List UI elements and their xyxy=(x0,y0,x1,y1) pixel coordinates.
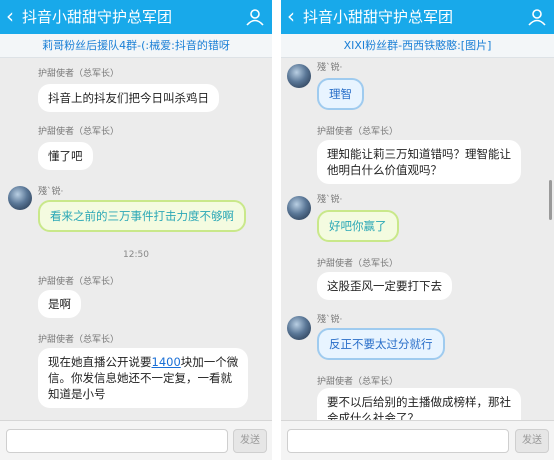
avatar[interactable] xyxy=(8,186,32,210)
title-bar: ‹ 抖音小甜甜守护总军团 xyxy=(0,0,272,34)
send-button[interactable]: 发送 xyxy=(233,429,267,453)
sender-name: 殘`锐· xyxy=(317,195,343,205)
scroll-indicator[interactable] xyxy=(549,180,552,220)
message-bubble: 好吧你赢了 xyxy=(317,210,399,242)
message-bubble: 是啊 xyxy=(38,290,81,318)
sender-name: 护甜使者（总军长） xyxy=(38,335,120,345)
chat-title: 抖音小甜甜守护总军团 xyxy=(22,8,173,26)
back-chevron-icon[interactable]: ‹ xyxy=(6,4,14,28)
chat-window-right: ‹ 抖音小甜甜守护总军团 XIXI粉丝群-西西铁憨憨:[图片] 殘`锐· 理智 … xyxy=(281,0,554,460)
message-bubble: 懂了吧 xyxy=(38,142,93,170)
sender-name: 护甜使者（总军长） xyxy=(38,277,120,287)
message-text: 信。你发信息她还不一定复，一看就 xyxy=(48,371,232,385)
message-bubble: 看来之前的三万事件打击力度不够啊 xyxy=(38,200,246,232)
sender-name: 护甜使者（总军长） xyxy=(317,377,399,387)
input-bar: 发送 xyxy=(0,420,272,460)
back-chevron-icon[interactable]: ‹ xyxy=(287,4,295,28)
message-bubble: 理智 xyxy=(317,78,364,110)
sender-name: 殘`锐· xyxy=(38,187,64,197)
message-link[interactable]: 1400 xyxy=(152,355,181,369)
message-input[interactable] xyxy=(6,429,228,453)
message-bubble: 现在她直播公开说要1400块加一个微 信。你发信息她还不一定复，一看就 知道是小… xyxy=(38,348,249,408)
message-input[interactable] xyxy=(287,429,509,453)
avatar[interactable] xyxy=(287,64,311,88)
group-members-icon[interactable] xyxy=(526,6,548,28)
title-bar: ‹ 抖音小甜甜守护总军团 xyxy=(281,0,554,34)
sender-name: 护甜使者（总军长） xyxy=(38,69,120,79)
sender-name: 殘`锐· xyxy=(317,315,343,325)
message-bubble: 这股歪风一定要打下去 xyxy=(317,272,452,300)
group-members-icon[interactable] xyxy=(244,6,266,28)
pinned-notice[interactable]: XIXI粉丝群-西西铁憨憨:[图片] xyxy=(281,34,554,58)
input-bar: 发送 xyxy=(281,420,554,460)
message-text: 块加一个微 xyxy=(180,355,239,369)
message-text: 他明白什么价值观吗？ xyxy=(327,163,442,177)
message-text: 理知能让莉三万知道错吗？理智能让 xyxy=(327,147,511,161)
pinned-notice[interactable]: 莉哥粉丝后援队4群-(:械爱:抖音的错呀 xyxy=(0,34,272,58)
message-text: 要不以后给别的主播做成榜样，那社 xyxy=(327,395,511,409)
sender-name: 护甜使者（总军长） xyxy=(317,127,399,137)
avatar[interactable] xyxy=(287,316,311,340)
chat-window-left: ‹ 抖音小甜甜守护总军团 莉哥粉丝后援队4群-(:械爱:抖音的错呀 护甜使者（总… xyxy=(0,0,272,460)
message-bubble: 理知能让莉三万知道错吗？理智能让 他明白什么价值观吗？ xyxy=(317,140,521,184)
chat-title: 抖音小甜甜守护总军团 xyxy=(303,8,454,26)
message-bubble: 抖音上的抖友们把今日叫杀鸡日 xyxy=(38,84,219,112)
sender-name: 护甜使者（总军长） xyxy=(38,127,120,137)
sender-name: 殘`锐· xyxy=(317,63,343,73)
send-button[interactable]: 发送 xyxy=(515,429,549,453)
message-text: 知道是小号 xyxy=(48,387,106,401)
message-text: 现在她直播公开说要 xyxy=(48,355,152,369)
timestamp: 12:50 xyxy=(123,250,149,260)
message-bubble: 反正不要太过分就行 xyxy=(317,328,445,360)
avatar[interactable] xyxy=(287,196,311,220)
sender-name: 护甜使者（总军长） xyxy=(317,259,399,269)
